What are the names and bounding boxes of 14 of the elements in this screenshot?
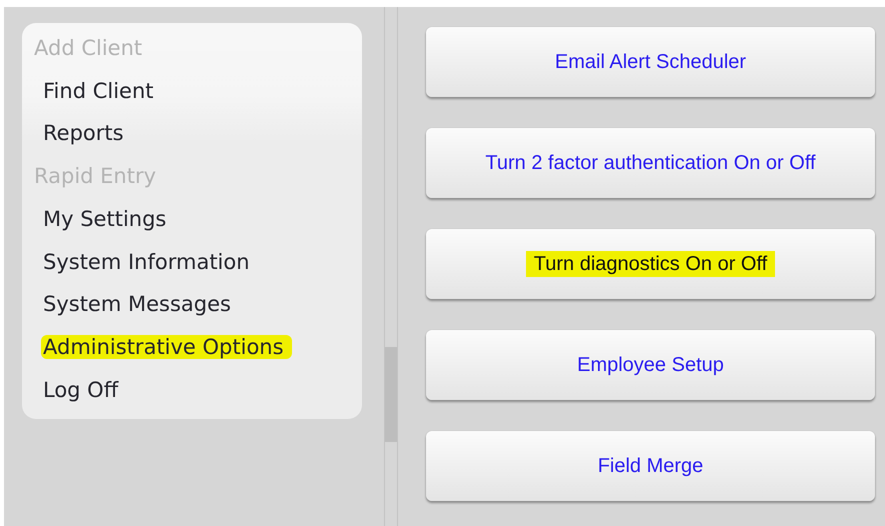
option-button[interactable]: Field Merge [426, 431, 875, 501]
scrollbar-thumb[interactable] [385, 347, 397, 442]
option-button[interactable]: Employee Setup [426, 330, 875, 400]
menu-item[interactable]: Administrative Options [22, 326, 362, 369]
menu-item[interactable]: Reports [22, 112, 362, 156]
option-button[interactable]: Email Alert Scheduler [426, 27, 875, 97]
option-button[interactable]: Turn diagnostics On or Off [426, 229, 875, 299]
menu-item[interactable]: System Messages [22, 283, 362, 326]
option-button[interactable]: Turn 2 factor authentication On or Off [426, 128, 875, 198]
menu-item[interactable]: Find Client [22, 70, 362, 112]
menu-item[interactable]: Log Off [22, 368, 362, 412]
menu-item[interactable]: My Settings [22, 198, 362, 241]
menu-item[interactable]: System Information [22, 240, 362, 284]
scrollbar[interactable] [384, 7, 398, 526]
